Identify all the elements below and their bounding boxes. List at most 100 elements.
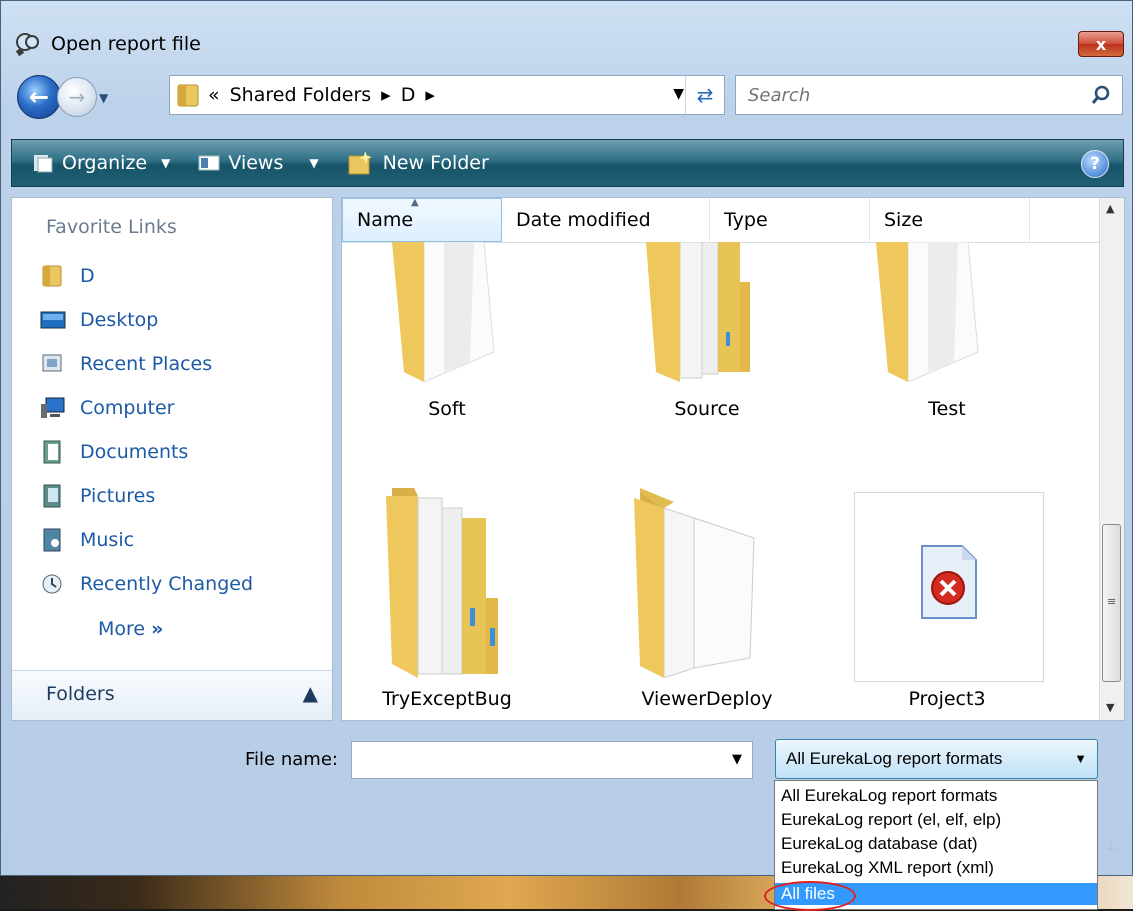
folder-icon (177, 84, 199, 107)
folder-icon (876, 242, 979, 382)
documents-icon (43, 440, 61, 464)
sidebar-item-documents[interactable]: Documents (40, 440, 188, 464)
help-button[interactable]: ? (1081, 150, 1109, 178)
folder-icon (646, 242, 750, 382)
command-toolbar: Organize ▼ Views ▼ New Folder ? (11, 139, 1124, 187)
sidebar-item-recently-changed[interactable]: Recently Changed (40, 572, 253, 596)
breadcrumb-d[interactable]: D (401, 84, 416, 106)
back-button[interactable]: ← (17, 75, 61, 119)
item-label: TryExceptBug (382, 688, 512, 710)
recent-places-icon (42, 354, 62, 372)
folders-toggle[interactable]: Folders ▲ (12, 670, 332, 720)
column-header-label: Type (724, 209, 768, 231)
sidebar-item-recent-places[interactable]: Recent Places (40, 352, 212, 376)
organize-button[interactable]: Organize ▼ (32, 152, 170, 174)
list-item-source[interactable]: Source (602, 242, 812, 432)
sidebar-item-computer[interactable]: Computer (40, 396, 174, 420)
highlight-circle (764, 881, 856, 911)
chevron-down-icon[interactable]: ▼ (732, 752, 742, 767)
column-header-date-modified[interactable]: Date modified (502, 198, 710, 242)
favorite-links-heading: Favorite Links (46, 216, 177, 238)
list-item-soft[interactable]: Soft (342, 242, 552, 432)
title-bar: Open report file (13, 29, 201, 59)
item-label: Soft (428, 398, 466, 420)
column-header-name[interactable]: ▲ Name (342, 198, 502, 242)
column-header-label: Size (884, 209, 924, 231)
window-title: Open report file (51, 33, 201, 55)
pictures-icon (43, 484, 61, 508)
sidebar-item-label: Computer (80, 397, 175, 419)
forward-button[interactable]: → (57, 77, 97, 117)
file-type-select[interactable]: All EurekaLog report formats ▼ (775, 739, 1098, 779)
column-header-label: Name (357, 209, 414, 231)
sort-ascending-icon: ▲ (411, 197, 419, 208)
computer-icon (41, 397, 65, 418)
scroll-thumb[interactable]: ≡ (1102, 524, 1121, 682)
sidebar-item-label: Pictures (80, 485, 156, 507)
item-label: ViewerDeploy (641, 688, 773, 710)
file-name-label: File name: (245, 749, 338, 770)
file-type-option[interactable]: EurekaLog report (el, elf, elp) (781, 809, 1001, 831)
item-label: Project3 (908, 688, 986, 710)
sidebar-item-pictures[interactable]: Pictures (40, 484, 155, 508)
file-type-option[interactable]: All EurekaLog report formats (781, 785, 997, 807)
grip-icon: ≡ (1107, 595, 1117, 608)
address-bar[interactable]: « Shared Folders ▸ D ▸ ▼ ⇄ (169, 75, 725, 115)
file-type-option[interactable]: EurekaLog XML report (xml) (781, 857, 994, 879)
music-icon (43, 528, 61, 552)
folder-icon (392, 242, 495, 382)
folders-label: Folders (46, 683, 115, 705)
breadcrumb-overflow[interactable]: « (208, 84, 220, 106)
list-item-project3[interactable]: Project3 (842, 488, 1052, 718)
column-header-type[interactable]: Type (710, 198, 870, 242)
new-folder-label: New Folder (382, 152, 489, 174)
list-item-tryexceptbug[interactable]: TryExceptBug (342, 488, 552, 718)
search-input[interactable] (746, 83, 1070, 107)
sidebar-item-label: Recent Places (80, 353, 213, 375)
sidebar-item-label: D (80, 265, 95, 287)
list-item-viewerdeploy[interactable]: ViewerDeploy (602, 488, 812, 718)
views-label: Views (228, 152, 284, 174)
organize-icon (34, 155, 53, 173)
file-type-selected: All EurekaLog report formats (786, 749, 1003, 768)
recently-changed-icon (42, 574, 62, 594)
scroll-up-icon[interactable]: ▲ (1106, 202, 1114, 215)
sidebar-item-label: Desktop (80, 309, 159, 331)
resize-grip-icon[interactable]: .:. (1106, 842, 1116, 853)
file-list-pane: ▲ Name Date modified Type Size Soft Sour… (341, 197, 1125, 721)
address-dropdown-icon[interactable]: ▼ (673, 86, 684, 102)
breadcrumb-shared-folders[interactable]: Shared Folders (230, 84, 372, 106)
refresh-button[interactable]: ⇄ (685, 76, 724, 114)
recent-pages-dropdown[interactable]: ▼ (99, 91, 108, 105)
file-name-field[interactable] (356, 742, 720, 778)
search-box[interactable] (735, 75, 1123, 115)
column-header-size[interactable]: Size (870, 198, 1030, 242)
file-name-combobox[interactable]: ▼ (351, 741, 753, 779)
new-folder-button[interactable]: New Folder (347, 150, 489, 176)
desktop-icon (40, 311, 66, 329)
list-item-test[interactable]: Test (842, 242, 1052, 432)
item-label: Test (928, 398, 966, 420)
close-button[interactable]: x (1078, 31, 1124, 57)
breadcrumb-separator[interactable]: ▸ (425, 84, 435, 106)
breadcrumb-separator[interactable]: ▸ (381, 84, 391, 106)
error-file-icon (921, 545, 977, 619)
sidebar-item-label: Recently Changed (80, 573, 254, 595)
navigation-pane: Favorite Links D Desktop Recent Places C… (11, 197, 333, 721)
arrow-left-icon: ← (28, 83, 50, 111)
organize-label: Organize (62, 152, 148, 174)
sidebar-item-d[interactable]: D (40, 264, 95, 288)
more-link[interactable]: More » (98, 618, 163, 640)
views-button[interactable]: Views ▼ (198, 152, 319, 174)
sidebar-item-desktop[interactable]: Desktop (40, 308, 158, 332)
scroll-down-icon[interactable]: ▼ (1106, 701, 1114, 714)
help-icon: ? (1090, 154, 1100, 174)
chevron-down-icon: ▼ (161, 156, 171, 170)
file-type-option[interactable]: EurekaLog database (dat) (781, 833, 978, 855)
search-icon[interactable] (1090, 84, 1112, 106)
sidebar-item-music[interactable]: Music (40, 528, 134, 552)
folder-icon (386, 488, 498, 678)
item-label: Source (674, 398, 740, 420)
double-chevron-icon: » (151, 618, 164, 640)
vertical-scrollbar[interactable]: ▲ ≡ ▼ (1099, 198, 1124, 720)
